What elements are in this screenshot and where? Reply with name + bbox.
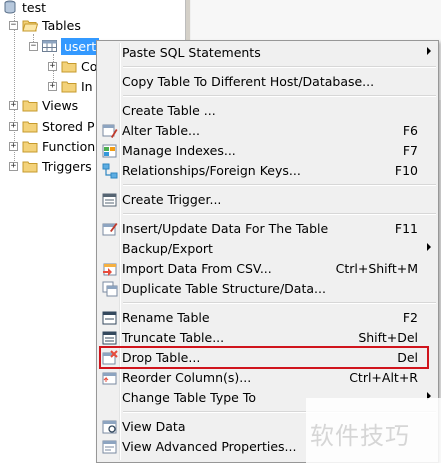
menu-separator — [123, 66, 436, 68]
tree-item-views[interactable]: + Views — [9, 95, 78, 115]
tree-item-label: Function — [42, 138, 96, 154]
tree-item-label: test — [22, 0, 47, 15]
menu-item-label: Duplicate Table Structure/Data... — [122, 281, 326, 296]
menu-item-label: Manage Indexes... — [122, 143, 236, 158]
menu-separator — [123, 95, 436, 97]
expand-toggle[interactable]: + — [9, 100, 18, 110]
tree-item-functions[interactable]: + Function — [9, 136, 95, 156]
menu-item-shortcut: Del — [397, 350, 418, 365]
menu-item-create-table[interactable]: Create Table ... — [99, 101, 436, 121]
import-csv-icon — [103, 263, 117, 276]
alter-table-icon — [102, 124, 118, 138]
menu-item-label: Paste SQL Statements — [122, 45, 261, 60]
menu-separator — [123, 213, 436, 215]
menu-item-label: Truncate Table... — [122, 330, 225, 345]
truncate-table-icon — [102, 331, 117, 345]
menu-item-label: Create Table ... — [122, 103, 216, 118]
submenu-arrow-icon — [427, 47, 431, 55]
menu-item-label: Alter Table... — [122, 123, 200, 138]
menu-item-shortcut: F2 — [402, 310, 418, 325]
folder-icon — [22, 141, 38, 152]
menu-item-shortcut: F10 — [394, 163, 418, 178]
watermark-text: 软件技巧 — [310, 422, 410, 450]
expand-toggle[interactable]: + — [9, 161, 18, 171]
tree-item-label: Stored P — [42, 118, 95, 134]
menu-item-duplicate-table[interactable]: Duplicate Table Structure/Data... — [99, 279, 436, 299]
menu-item-label: Create Trigger... — [122, 192, 222, 207]
tree-item-tables[interactable]: − Tables — [9, 15, 81, 35]
manage-indexes-icon — [102, 144, 117, 158]
tree-item-selected-table[interactable]: − usert — [29, 36, 100, 56]
menu-item-label: Insert/Update Data For The Table — [122, 221, 329, 236]
expand-toggle[interactable]: + — [9, 121, 18, 131]
menu-item-label: View Data — [122, 419, 186, 434]
menu-item-label: View Advanced Properties... — [122, 439, 297, 454]
tree-item-label: Co — [81, 58, 98, 74]
menu-item-shortcut: F11 — [394, 221, 418, 236]
menu-item-label: Relationships/Foreign Keys... — [122, 163, 301, 178]
menu-separator — [123, 184, 436, 186]
menu-item-label: Reorder Column(s)... — [122, 370, 252, 385]
insert-data-icon — [102, 223, 118, 236]
tree-item-triggers[interactable]: + Triggers — [9, 156, 92, 176]
tree-item-stored-procs[interactable]: + Stored P — [9, 116, 94, 136]
menu-item-paste-sql[interactable]: Paste SQL Statements — [99, 43, 436, 63]
table-icon — [42, 40, 57, 52]
expand-toggle[interactable]: + — [9, 141, 18, 151]
menu-item-create-trigger[interactable]: Create Trigger... — [99, 190, 436, 210]
relationships-icon — [102, 163, 118, 179]
menu-item-backup-export[interactable]: Backup/Export — [99, 239, 436, 259]
reorder-columns-icon — [102, 372, 117, 385]
menu-separator — [123, 302, 436, 304]
tree-item-label: Tables — [42, 17, 81, 33]
folder-open-icon — [22, 20, 38, 31]
menu-item-shortcut: F6 — [402, 123, 418, 138]
menu-item-shortcut: Shift+Del — [358, 330, 418, 345]
folder-icon — [22, 121, 38, 132]
submenu-arrow-icon — [427, 243, 431, 251]
menu-item-shortcut: Ctrl+Alt+R — [349, 370, 418, 385]
menu-item-label: Import Data From CSV... — [122, 261, 272, 276]
menu-item-label: Backup/Export — [122, 241, 213, 256]
drop-table-icon — [102, 350, 118, 365]
menu-item-label: Change Table Type To — [122, 390, 256, 405]
view-properties-icon — [102, 440, 117, 454]
collapse-toggle[interactable]: − — [9, 20, 18, 30]
menu-item-label: Rename Table — [122, 310, 210, 325]
menu-item-insert-update-data[interactable]: Insert/Update Data For The Table F11 — [99, 219, 436, 239]
tree-item-label: Triggers — [42, 158, 92, 174]
menu-item-manage-indexes[interactable]: Manage Indexes... F7 — [99, 141, 436, 161]
menu-item-rename-table[interactable]: Rename Table F2 — [99, 308, 436, 328]
menu-item-reorder-columns[interactable]: Reorder Column(s)... Ctrl+Alt+R — [99, 368, 436, 388]
tree-item-label: Views — [42, 97, 79, 113]
duplicate-table-icon — [102, 281, 118, 297]
menu-item-label: Drop Table... — [122, 350, 201, 365]
tree-item-label: In — [81, 78, 93, 94]
tree-item-label: usert — [61, 37, 100, 55]
menu-item-copy-table[interactable]: Copy Table To Different Host/Database... — [99, 72, 436, 92]
menu-item-truncate-table[interactable]: Truncate Table... Shift+Del — [99, 328, 436, 348]
tree-item-columns[interactable]: + Co — [48, 56, 97, 76]
folder-icon — [61, 61, 77, 72]
menu-item-shortcut: F7 — [402, 143, 418, 158]
menu-item-import-csv[interactable]: Import Data From CSV... Ctrl+Shift+M — [99, 259, 436, 279]
create-trigger-icon — [102, 193, 117, 207]
view-data-icon — [102, 420, 117, 434]
folder-icon — [22, 100, 38, 111]
collapse-toggle[interactable]: − — [29, 41, 38, 51]
expand-toggle[interactable]: + — [48, 61, 57, 71]
rename-table-icon — [102, 311, 117, 325]
menu-item-alter-table[interactable]: Alter Table... F6 — [99, 121, 436, 141]
menu-item-drop-table[interactable]: Drop Table... Del — [99, 348, 436, 368]
menu-item-shortcut: Ctrl+Shift+M — [335, 261, 418, 276]
folder-icon — [61, 81, 77, 92]
menu-item-label: Copy Table To Different Host/Database... — [122, 74, 375, 89]
tree-item-indexes[interactable]: + In — [48, 76, 93, 96]
expand-toggle[interactable]: + — [48, 81, 57, 91]
menu-item-relationships[interactable]: Relationships/Foreign Keys... F10 — [99, 161, 436, 181]
database-icon — [4, 0, 16, 14]
folder-icon — [22, 161, 38, 172]
